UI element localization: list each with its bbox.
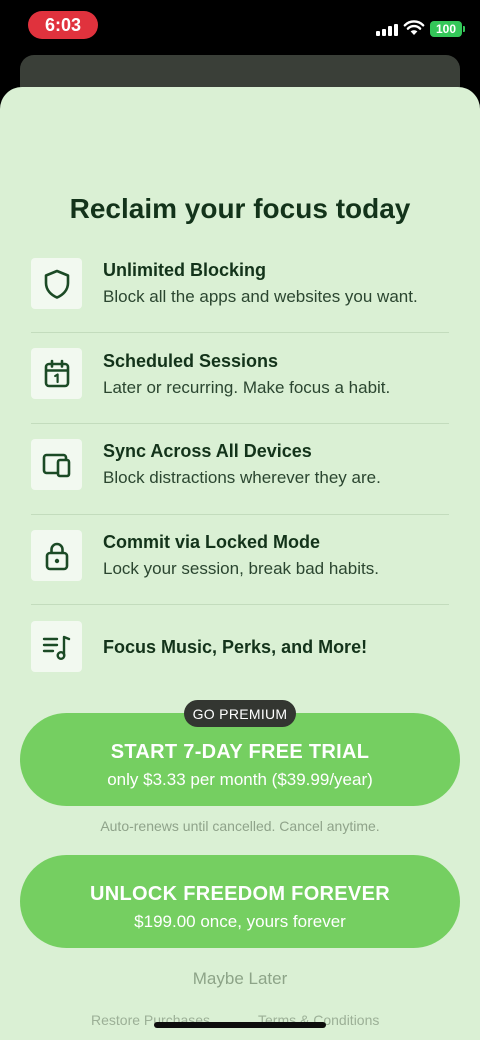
music-list-icon	[31, 621, 82, 672]
feature-locked-mode: Commit via Locked Mode Lock your session…	[31, 529, 449, 619]
feature-title: Sync Across All Devices	[103, 441, 312, 461]
battery-tip	[463, 26, 465, 32]
trial-button-label: START 7-DAY FREE TRIAL	[110, 741, 370, 763]
home-indicator[interactable]	[154, 1022, 326, 1028]
feature-title: Commit via Locked Mode	[103, 532, 321, 552]
feature-title: Focus Music, Perks, and More!	[103, 637, 368, 657]
devices-icon	[31, 439, 82, 490]
feature-description: Block distractions wherever they are.	[103, 468, 381, 487]
cellular-signal-icon	[376, 24, 398, 36]
divider	[31, 423, 449, 424]
divider	[31, 332, 449, 333]
forever-button-price: $199.00 once, yours forever	[134, 912, 346, 931]
calendar-icon	[31, 348, 82, 399]
shield-icon	[31, 258, 82, 309]
maybe-later-link[interactable]: Maybe Later	[0, 969, 480, 989]
battery-icon: 100	[430, 21, 462, 37]
unlock-forever-button[interactable]: UNLOCK FREEDOM FOREVER $199.00 once, you…	[20, 855, 460, 948]
page-title: Reclaim your focus today	[69, 193, 411, 224]
lock-icon	[31, 530, 82, 581]
go-premium-badge: GO PREMIUM	[184, 700, 296, 727]
feature-title: Unlimited Blocking	[103, 260, 267, 280]
auto-renew-note: Auto-renews until cancelled. Cancel anyt…	[100, 818, 380, 834]
status-time: 6:03	[28, 11, 98, 39]
feature-description: Block all the apps and websites you want…	[103, 287, 418, 306]
feature-description: Lock your session, break bad habits.	[103, 559, 379, 578]
feature-focus-music: Focus Music, Perks, and More!	[31, 620, 449, 710]
trial-button-price: only $3.33 per month ($39.99/year)	[107, 770, 373, 789]
feature-title: Scheduled Sessions	[103, 351, 279, 371]
forever-button-label: UNLOCK FREEDOM FOREVER	[90, 883, 390, 905]
divider	[31, 604, 449, 605]
feature-scheduled-sessions: Scheduled Sessions Later or recurring. M…	[31, 348, 449, 438]
status-bar: 6:03 100	[0, 0, 480, 50]
divider	[31, 514, 449, 515]
feature-unlimited-blocking: Unlimited Blocking Block all the apps an…	[31, 257, 449, 347]
wifi-icon	[403, 20, 425, 35]
feature-description: Later or recurring. Make focus a habit.	[103, 378, 391, 397]
